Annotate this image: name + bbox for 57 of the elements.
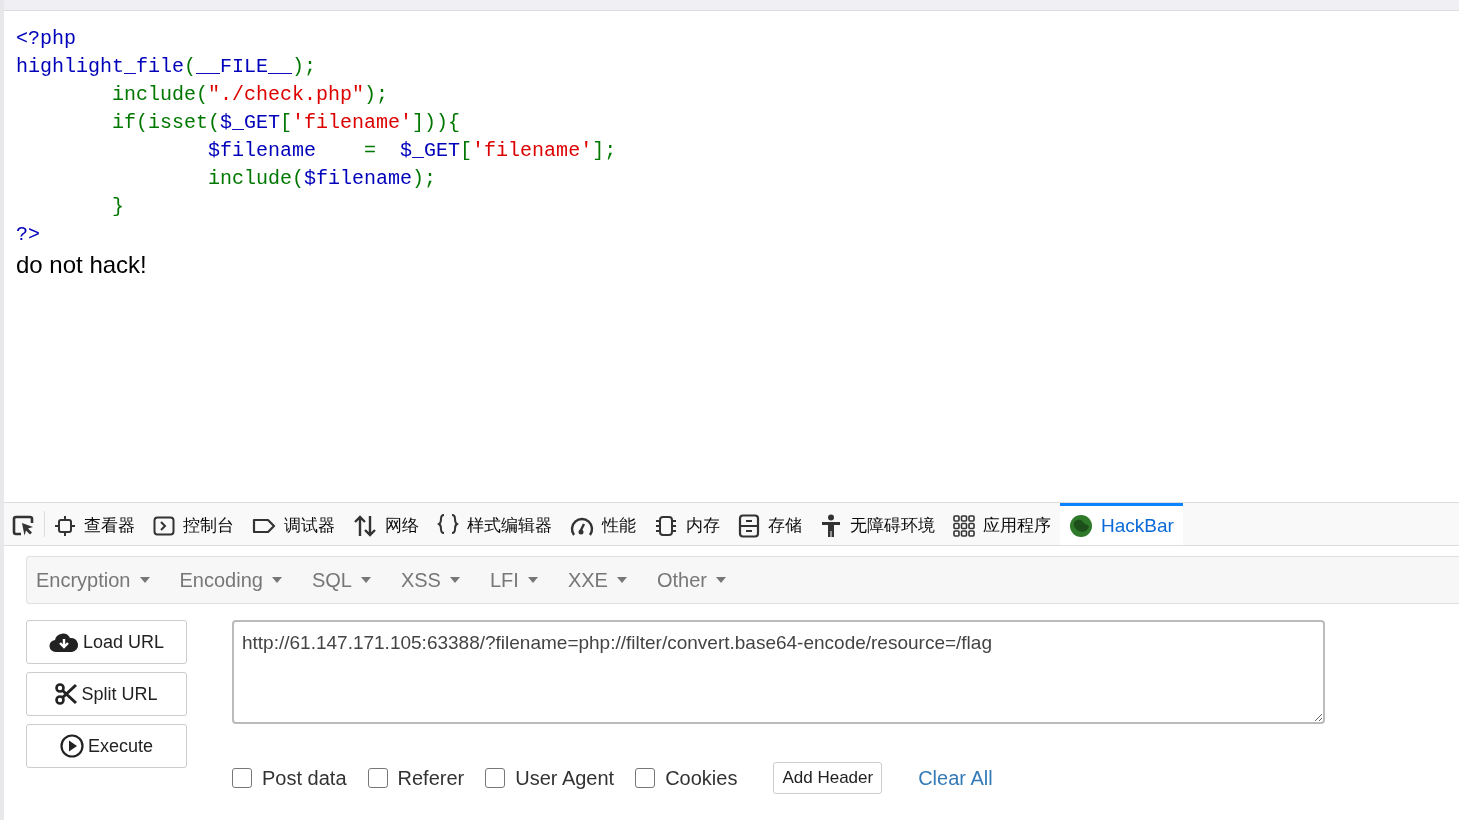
caret-icon [139, 577, 150, 583]
caret-icon [715, 577, 726, 583]
devtools-tab[interactable]: 存储 [729, 503, 811, 545]
caret-icon [527, 577, 538, 583]
action-button[interactable]: Load URL [26, 620, 187, 664]
url-input-field[interactable]: http://61.147.171.105:63388/?filename=php://filter/convert.base64-encode/resource=/flag [232, 620, 1325, 724]
menu-dropdown[interactable]: Encoding [170, 568, 292, 592]
globe-icon [1069, 513, 1093, 538]
cloud-download-icon [48, 631, 79, 653]
devtools-tab[interactable]: 内存 [645, 503, 729, 545]
devtools-tab[interactable]: 控制台 [144, 503, 243, 545]
code-line: } [111, 194, 125, 220]
option-checkbox[interactable]: User Agent [485, 766, 615, 790]
cursor-select-icon [12, 514, 36, 537]
devtools-tab[interactable]: 调试器 [243, 503, 344, 545]
code-line: include($filename); [207, 166, 437, 192]
caret-icon [271, 577, 282, 583]
option-checkbox[interactable]: Cookies [635, 766, 738, 790]
code-line: include("./check.php"); [111, 82, 389, 108]
caret-icon [449, 577, 460, 583]
code-line: $filename = $_GET['filename']; [207, 138, 617, 164]
devtools-tab[interactable]: 查看器 [45, 503, 144, 545]
action-button[interactable]: Execute [26, 724, 187, 768]
caret-icon [360, 577, 371, 583]
scissors-icon [55, 683, 78, 705]
add-header-button[interactable]: Add Header [773, 762, 883, 794]
option-checkbox[interactable]: Referer [367, 766, 465, 790]
caret-icon [616, 577, 627, 583]
devtools-tab[interactable]: 性能 [561, 503, 645, 545]
play-circle-icon [59, 734, 84, 758]
up-down-arrows-icon [353, 514, 377, 537]
code-line: if(isset($_GET['filename'])){ [111, 110, 461, 136]
page-output-text: do not hack! [16, 251, 147, 279]
inspector-icon [54, 514, 76, 537]
option-checkbox[interactable]: Post data [232, 766, 347, 790]
person-icon [820, 513, 842, 538]
menu-dropdown[interactable]: SQL [302, 568, 381, 592]
devtools-tab[interactable]: HackBar [1060, 503, 1183, 545]
menu-dropdown[interactable]: Encryption [27, 568, 160, 592]
console-icon [153, 514, 175, 537]
debugger-icon [252, 516, 276, 535]
devtools-tab[interactable]: 样式编辑器 [428, 503, 561, 545]
code-line: <?php [16, 26, 76, 52]
menu-dropdown[interactable]: LFI [480, 568, 548, 592]
code-line: ?> [16, 222, 40, 248]
action-button[interactable]: Split URL [26, 672, 187, 716]
devtools-tab[interactable]: 应用程序 [944, 503, 1060, 545]
menu-dropdown[interactable]: XXE [558, 568, 637, 592]
devtools-tab[interactable]: 网络 [344, 503, 428, 545]
grid-icon [953, 514, 975, 537]
menu-dropdown[interactable]: Other [647, 568, 736, 592]
storage-icon [738, 513, 760, 538]
devtools-tab[interactable]: 无障碍环境 [811, 503, 944, 545]
chip-icon [654, 514, 678, 537]
code-line: highlight_file(__FILE__); [16, 54, 317, 80]
clear-all-link[interactable]: Clear All [918, 766, 993, 790]
menu-dropdown[interactable]: XSS [391, 568, 470, 592]
